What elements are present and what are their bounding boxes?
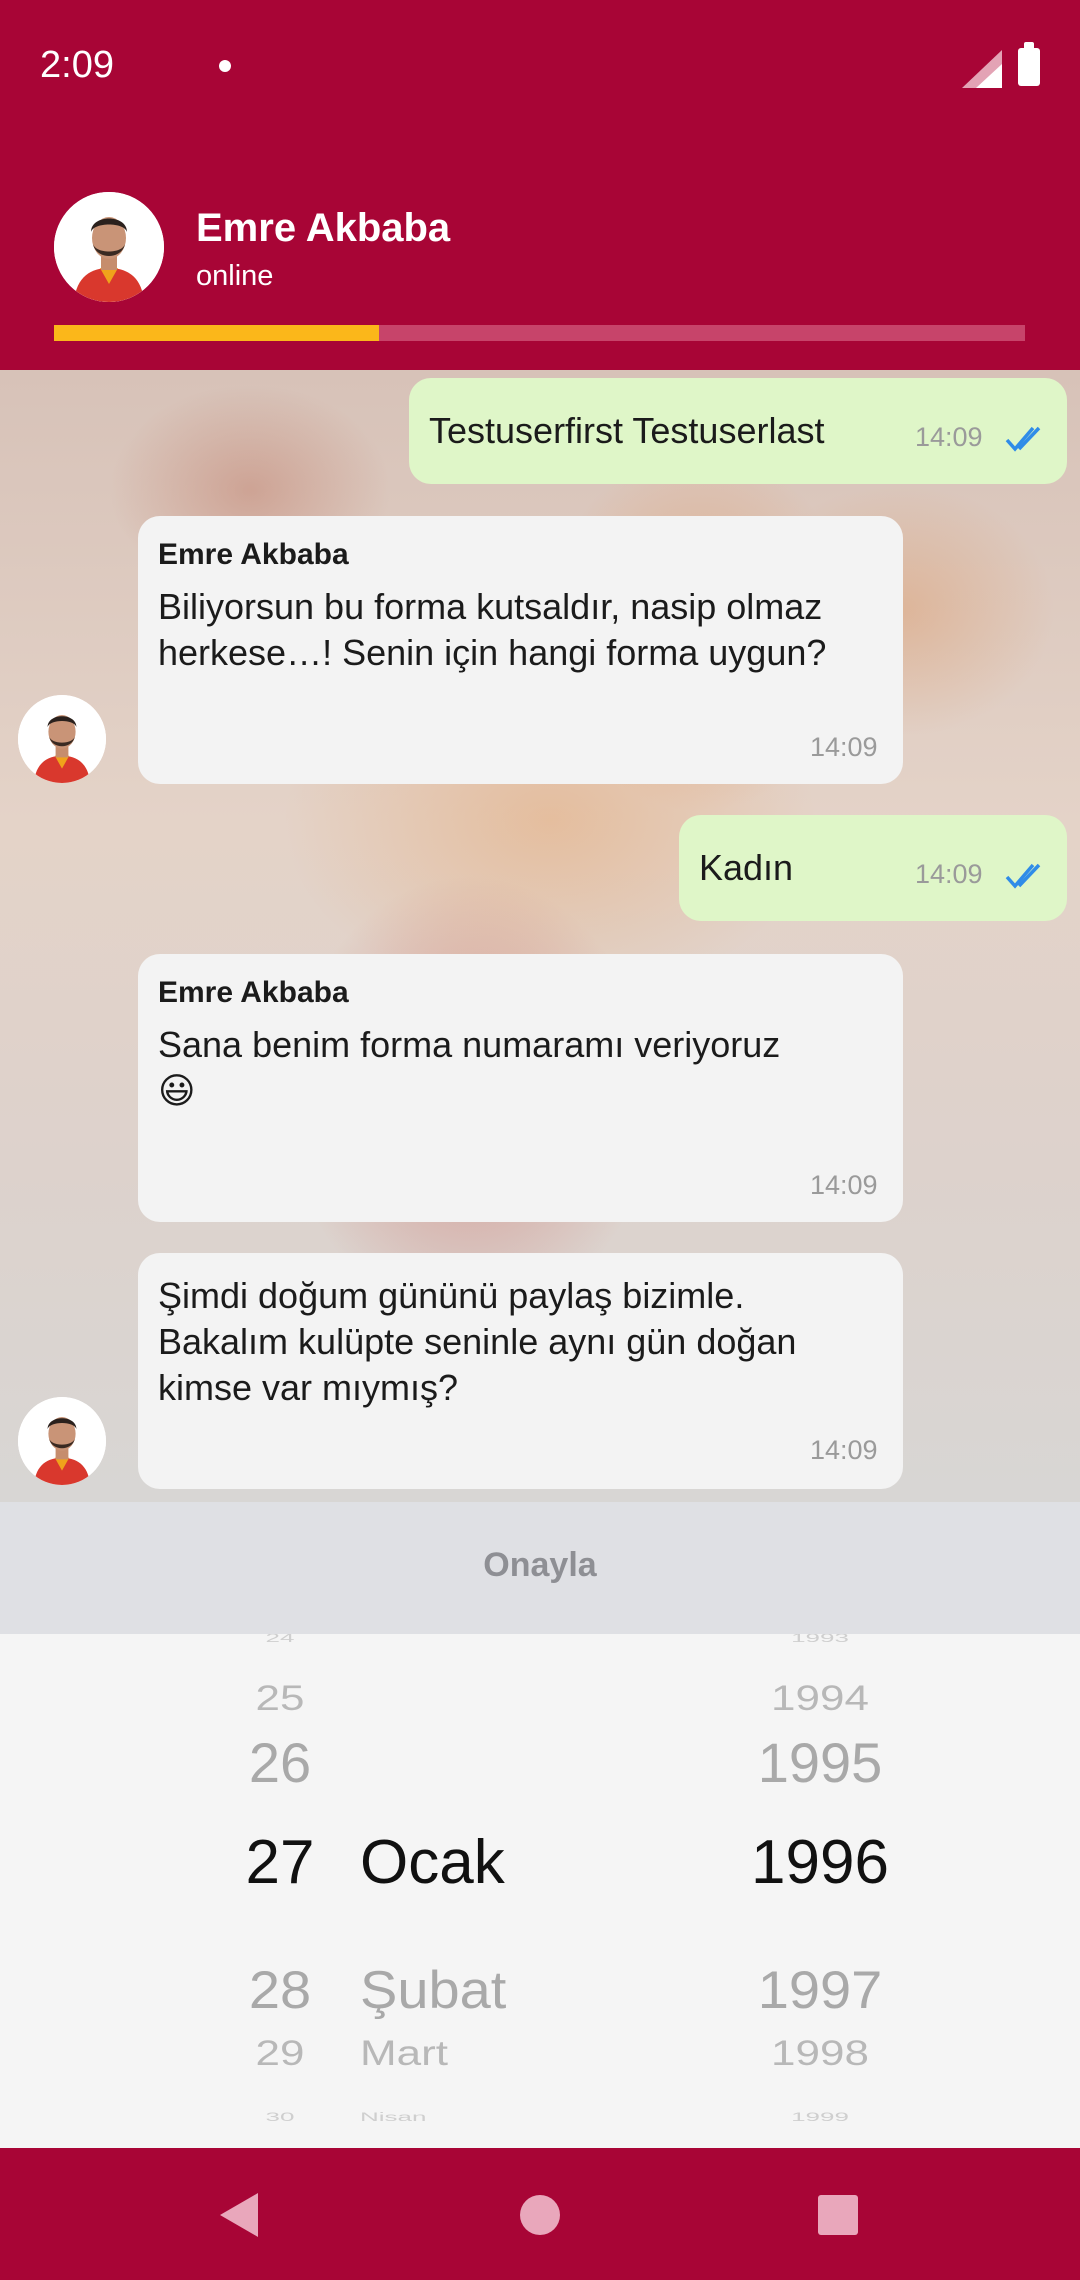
year-option[interactable]: 1994	[740, 1679, 900, 1719]
recents-icon[interactable]	[818, 2195, 858, 2235]
message-text-line: kimse var mıymış?	[158, 1367, 459, 1408]
message-text-line: Şimdi doğum gününü paylaş bizimle.	[158, 1275, 745, 1316]
message-time: 14:09	[810, 732, 878, 762]
confirm-label: Onayla	[483, 1546, 597, 1584]
message-incoming[interactable]: Emre Akbaba Biliyorsun bu forma kutsaldı…	[138, 516, 903, 784]
sender-avatar[interactable]	[18, 1397, 106, 1485]
message-sender: Emre Akbaba	[158, 976, 349, 1009]
conversation-progress-bar	[54, 325, 1025, 341]
year-option[interactable]: 1999	[740, 2110, 900, 2124]
smiley-emoji-icon: 😃	[158, 1070, 196, 1111]
message-incoming[interactable]: Emre Akbaba Sana benim forma numaramı ve…	[138, 954, 903, 1222]
month-option[interactable]: Mart	[360, 2034, 448, 2074]
year-option[interactable]: 1998	[740, 2034, 900, 2074]
avatar-icon	[18, 1397, 106, 1485]
home-icon[interactable]	[520, 2195, 560, 2235]
day-option[interactable]: 24	[210, 1634, 350, 1645]
avatar-icon	[18, 695, 106, 783]
month-option-selected[interactable]: Ocak	[360, 1827, 505, 1898]
back-icon[interactable]	[220, 2193, 258, 2237]
chat-messages[interactable]: Testuserfirst Testuserlast 14:09 Emre Ak…	[0, 370, 1080, 1502]
contact-status: online	[196, 260, 274, 292]
day-option[interactable]: 28	[210, 1959, 350, 2021]
message-time: 14:09	[810, 1170, 878, 1200]
status-bar: 2:09	[0, 0, 1080, 140]
battery-icon	[1018, 42, 1040, 86]
message-text-line: Biliyorsun bu forma kutsaldır, nasip olm…	[158, 586, 823, 627]
contact-name: Emre Akbaba	[196, 206, 451, 250]
confirm-button[interactable]: Onayla	[0, 1502, 1080, 1634]
day-option-selected[interactable]: 27	[210, 1827, 350, 1898]
message-text: Sana benim forma numaramı veriyoruz	[158, 1024, 781, 1065]
signal-icon	[962, 50, 1002, 88]
status-time: 2:09	[40, 44, 114, 86]
day-option[interactable]: 25	[210, 1679, 350, 1719]
month-option[interactable]: Nisan	[360, 2110, 426, 2124]
chat-header: Emre Akbaba online	[0, 140, 1080, 370]
day-option[interactable]: 30	[210, 2110, 350, 2124]
year-option[interactable]: 1995	[740, 1730, 900, 1795]
day-option[interactable]: 29	[210, 2034, 350, 2074]
message-text: Testuserfirst Testuserlast	[429, 410, 825, 451]
message-time: 14:09	[810, 1435, 878, 1465]
double-check-icon	[1005, 863, 1041, 889]
date-picker[interactable]: 24 25 26 27 28 29 30 Ocak Şubat Mart Nis…	[0, 1634, 1080, 2148]
message-text-line: Bakalım kulüpte seninle aynı gün doğan	[158, 1321, 797, 1362]
message-time: 14:09	[915, 859, 983, 889]
message-outgoing[interactable]: Testuserfirst Testuserlast 14:09	[409, 378, 1067, 484]
month-option[interactable]: Şubat	[360, 1959, 506, 2021]
message-incoming[interactable]: Şimdi doğum gününü paylaş bizimle. Bakal…	[138, 1253, 903, 1489]
message-outgoing[interactable]: Kadın 14:09	[679, 815, 1067, 921]
day-option[interactable]: 26	[210, 1730, 350, 1795]
contact-avatar[interactable]	[54, 192, 164, 302]
message-text-line: herkese…! Senin için hangi forma uygun?	[158, 632, 827, 673]
double-check-icon	[1005, 426, 1041, 452]
year-option-selected[interactable]: 1996	[740, 1827, 900, 1898]
avatar-icon	[54, 192, 164, 302]
message-sender: Emre Akbaba	[158, 538, 349, 571]
year-option[interactable]: 1997	[740, 1959, 900, 2021]
progress-fill	[54, 325, 380, 341]
navigation-bar	[0, 2148, 1080, 2280]
notification-dot-icon	[219, 60, 231, 72]
message-text: Kadın	[699, 847, 794, 888]
sender-avatar[interactable]	[18, 695, 106, 783]
year-option[interactable]: 1993	[740, 1634, 900, 1645]
message-time: 14:09	[915, 422, 983, 452]
